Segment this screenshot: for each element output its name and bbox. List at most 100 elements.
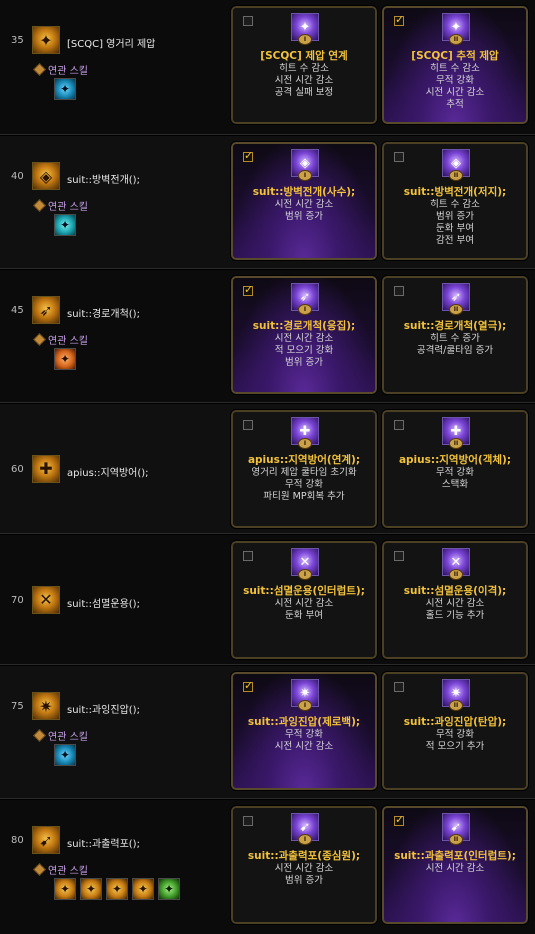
talent-option-card[interactable]: ➶ II suit::경로개척(열극); 히트 수 증가 공격력/쿨타임 증가: [381, 275, 529, 395]
option-title: suit::경로개척(응집);: [252, 320, 356, 332]
option-effect-line: 범위 증가: [436, 211, 474, 222]
option-title: suit::경로개척(열극);: [403, 320, 507, 332]
skill-level: 45: [11, 305, 24, 316]
related-diamond-icon: [33, 63, 46, 76]
talent-option-card[interactable]: ✚ Iapius::지역방어(연계); 영거리 제압 쿨타임 초기화 무적 강화 파티원…: [230, 409, 378, 529]
option-checkbox[interactable]: [394, 286, 404, 296]
option-numeral-badge: I: [298, 834, 312, 845]
option-effect-line: 시전 시간 감소: [425, 598, 485, 609]
option-title: suit::과출력포(종심원);: [247, 850, 361, 862]
option-checkbox[interactable]: [243, 551, 253, 561]
option-checkbox[interactable]: [243, 679, 253, 692]
talent-option-card[interactable]: ✷Isuit::과잉진압(제로백);무적 강화시전 시간 감소: [230, 671, 378, 791]
option-title: apius::지역방어(연계);: [247, 454, 361, 466]
row-divider: [0, 402, 535, 403]
option-effect-line: 시전 시간 감소: [274, 863, 334, 874]
option-effect-line: 무적 강화: [436, 729, 474, 740]
talent-option-card[interactable]: ✚ II apius::지역방어(객체); 무적 강화 스택화: [381, 409, 529, 529]
talent-option-card[interactable]: ✕ II suit::섬멸운용(이격); 시전 시간 감소 홀드 기능 추가: [381, 540, 529, 660]
option-description: 무적 강화 시전 시간 감소: [233, 729, 375, 753]
option-effect-line: 히트 수 감소: [430, 63, 480, 74]
skill-name: [SCQC] 영거리 제압: [67, 39, 156, 50]
skill-icon[interactable]: ➹: [32, 826, 60, 854]
related-skill-icons: ✦: [54, 214, 76, 236]
option-numeral-badge: II: [449, 304, 463, 315]
talent-option-card[interactable]: ✦II [SCQC] 추적 제압히트 수 감소무적 강화시전 시간 감소추적: [381, 5, 529, 125]
option-numeral-badge: I: [298, 34, 312, 45]
option-checkbox[interactable]: [394, 420, 404, 430]
talent-option-card[interactable]: ➹IIsuit::과출력포(인터럽트);시전 시간 감소: [381, 805, 529, 925]
skill-icon[interactable]: ✚: [32, 454, 60, 483]
option-effect-line: 스택화: [441, 479, 469, 490]
talent-option-card[interactable]: ➶Isuit::경로개척(응집);시전 시간 감소적 모으기 강화범위 증가: [230, 275, 378, 395]
skill-icon[interactable]: ◈: [32, 162, 60, 190]
option-skill-icon: ✷ II: [442, 679, 470, 711]
option-effect-line: 시전 시간 감소: [425, 87, 485, 98]
option-checkbox[interactable]: [243, 149, 253, 162]
skill-teal-icon[interactable]: ✦: [54, 214, 76, 236]
skill-gold-icon[interactable]: ✦: [80, 878, 102, 900]
talent-option-card[interactable]: ➹ Isuit::과출력포(종심원); 시전 시간 감소 범위 증가: [230, 805, 378, 925]
option-title: suit::과잉진압(탄압);: [403, 716, 507, 728]
option-skill-icon: ➹ I: [291, 813, 319, 845]
option-effect-line: 무적 강화: [436, 75, 474, 86]
skill-gold-icon[interactable]: ✦: [106, 878, 128, 900]
option-title: [SCQC] 제압 연계: [260, 50, 348, 62]
skill-level: 35: [11, 35, 24, 46]
option-effect-line: 히트 수 증가: [430, 333, 480, 344]
option-effect-line: 시전 시간 감소: [274, 741, 334, 752]
option-skill-icon: ✕ I: [291, 548, 319, 580]
option-numeral-badge: II: [449, 170, 463, 181]
skill-gold-icon[interactable]: ✦: [132, 878, 154, 900]
option-checkbox[interactable]: [394, 13, 404, 26]
skill-level: 80: [11, 835, 24, 846]
option-skill-icon: ✦ I: [291, 13, 319, 45]
related-label-text: 연관 스킬: [48, 336, 88, 347]
talent-option-card[interactable]: ✷ II suit::과잉진압(탄압); 무적 강화 적 모으기 추가: [381, 671, 529, 791]
related-label-text: 연관 스킬: [48, 66, 88, 77]
skill-green-icon[interactable]: ✦: [158, 878, 180, 900]
skill-icon[interactable]: ✦: [32, 26, 60, 54]
row-divider: [0, 268, 535, 269]
option-description: 시전 시간 감소 둔화 부여: [233, 598, 375, 622]
talent-option-card[interactable]: ◈ IIsuit::방벽전개(저지); 히트 수 감소 범위 증가 둔화 부여 감전 부여: [381, 141, 529, 261]
option-description: 히트 수 감소 시전 시간 감소 공격 실패 보정: [233, 63, 375, 99]
talent-option-card[interactable]: ✕ Isuit::섬멸운용(인터럽트); 시전 시간 감소 둔화 부여: [230, 540, 378, 660]
skill-icon[interactable]: ➶: [32, 296, 60, 324]
related-label-text: 연관 스킬: [48, 732, 88, 743]
skill-icon[interactable]: ✷: [32, 692, 60, 720]
related-skill-icons: ✦: [54, 744, 76, 766]
option-description: 히트 수 감소 범위 증가 둔화 부여 감전 부여: [384, 199, 526, 247]
option-description: 영거리 제압 쿨타임 초기화 무적 강화 파티원 MP회복 추가: [233, 467, 375, 503]
talent-option-card[interactable]: ✦ I [SCQC] 제압 연계 히트 수 감소 시전 시간 감소 공격 실패 보정: [230, 5, 378, 125]
skill-blue-icon[interactable]: ✦: [54, 78, 76, 100]
option-checkbox[interactable]: [394, 551, 404, 561]
option-checkbox[interactable]: [394, 682, 404, 692]
option-numeral-badge: II: [449, 438, 463, 449]
option-checkbox[interactable]: [243, 420, 253, 430]
skill-name: apius::지역방어();: [67, 467, 149, 479]
option-title: suit::과잉진압(제로백);: [247, 716, 361, 728]
talent-option-card[interactable]: ◈Isuit::방벽전개(사수);시전 시간 감소범위 증가: [230, 141, 378, 261]
skill-blue-icon[interactable]: ✦: [54, 744, 76, 766]
option-effect-line: 추적: [446, 99, 464, 110]
option-numeral-badge: I: [298, 700, 312, 711]
option-numeral-badge: II: [449, 834, 463, 845]
option-skill-icon: ◈ II: [442, 149, 470, 181]
option-effect-line: 시전 시간 감소: [274, 333, 334, 344]
skill-orange-icon[interactable]: ✦: [54, 348, 76, 370]
option-checkbox[interactable]: [394, 813, 404, 826]
related-skills-label: 연관 스킬: [33, 198, 88, 213]
option-effect-line: 공격력/쿨타임 증가: [416, 345, 494, 356]
skill-icon[interactable]: ✕: [32, 585, 60, 614]
option-title: suit::과출력포(인터럽트);: [394, 850, 516, 862]
option-checkbox[interactable]: [243, 283, 253, 296]
option-checkbox[interactable]: [394, 152, 404, 162]
option-checkbox[interactable]: [243, 816, 253, 826]
skill-gold-icon[interactable]: ✦: [54, 878, 76, 900]
option-numeral-badge: I: [298, 438, 312, 449]
option-effect-line: 범위 증가: [285, 875, 323, 886]
related-skill-icons: ✦ ✦ ✦ ✦ ✦: [54, 878, 180, 900]
option-title: suit::방벽전개(저지);: [403, 186, 507, 198]
option-checkbox[interactable]: [243, 16, 253, 26]
